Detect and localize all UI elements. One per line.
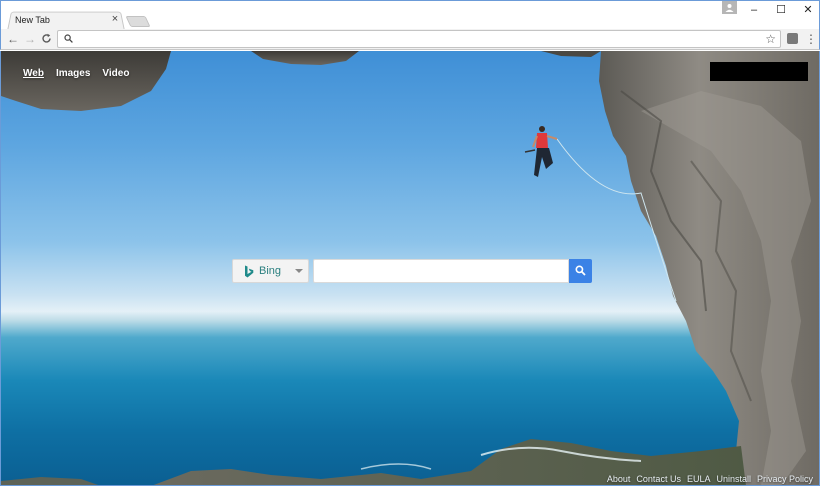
close-window-button[interactable]: ✕: [799, 3, 817, 17]
minimize-button[interactable]: –: [745, 3, 763, 17]
reload-button[interactable]: [38, 31, 54, 47]
footer-link-eula[interactable]: EULA: [687, 474, 711, 484]
footer-link-about[interactable]: About: [607, 474, 631, 484]
nav-link-web[interactable]: Web: [23, 68, 44, 79]
chevron-down-icon: [295, 269, 303, 273]
nav-link-images[interactable]: Images: [56, 68, 90, 79]
new-tab-button[interactable]: [125, 16, 151, 27]
tab-close-icon[interactable]: ×: [109, 13, 121, 25]
reload-icon: [41, 33, 51, 43]
search-button[interactable]: [569, 259, 592, 283]
person-icon: [725, 4, 734, 12]
search-input[interactable]: [313, 259, 569, 283]
bing-logo-icon: [245, 265, 254, 278]
browser-toolbar: ← → ☆ ⋮: [0, 29, 820, 50]
search-icon: [575, 265, 586, 276]
forward-button[interactable]: →: [22, 31, 38, 47]
redacted-block: [710, 62, 808, 81]
footer-link-uninstall[interactable]: Uninstall: [716, 474, 751, 484]
profile-button[interactable]: [722, 1, 737, 14]
footer-links: About Contact Us EULA Uninstall Privacy …: [607, 474, 813, 484]
address-bar[interactable]: ☆: [57, 30, 781, 48]
title-bar: New Tab × – ☐ ✕: [0, 0, 820, 31]
browser-menu-icon[interactable]: ⋮: [805, 31, 817, 47]
search-engine-name: Bing: [259, 265, 282, 277]
search-icon: [64, 34, 73, 43]
footer-link-privacy[interactable]: Privacy Policy: [757, 474, 813, 484]
maximize-button[interactable]: ☐: [772, 3, 790, 17]
nav-link-video[interactable]: Video: [102, 68, 129, 79]
extension-icon[interactable]: [787, 33, 798, 44]
climber-figure: [524, 126, 558, 177]
address-input[interactable]: [80, 32, 760, 46]
tab-title: New Tab: [15, 15, 50, 25]
footer-link-contact[interactable]: Contact Us: [636, 474, 681, 484]
search-engine-selector[interactable]: Bing: [232, 259, 309, 283]
new-tab-page: Web Images Video Bing About Contact Us E…: [0, 51, 820, 486]
search-type-nav: Web Images Video: [23, 68, 129, 79]
back-button[interactable]: ←: [5, 31, 21, 47]
bookmark-star-icon[interactable]: ☆: [765, 31, 776, 47]
